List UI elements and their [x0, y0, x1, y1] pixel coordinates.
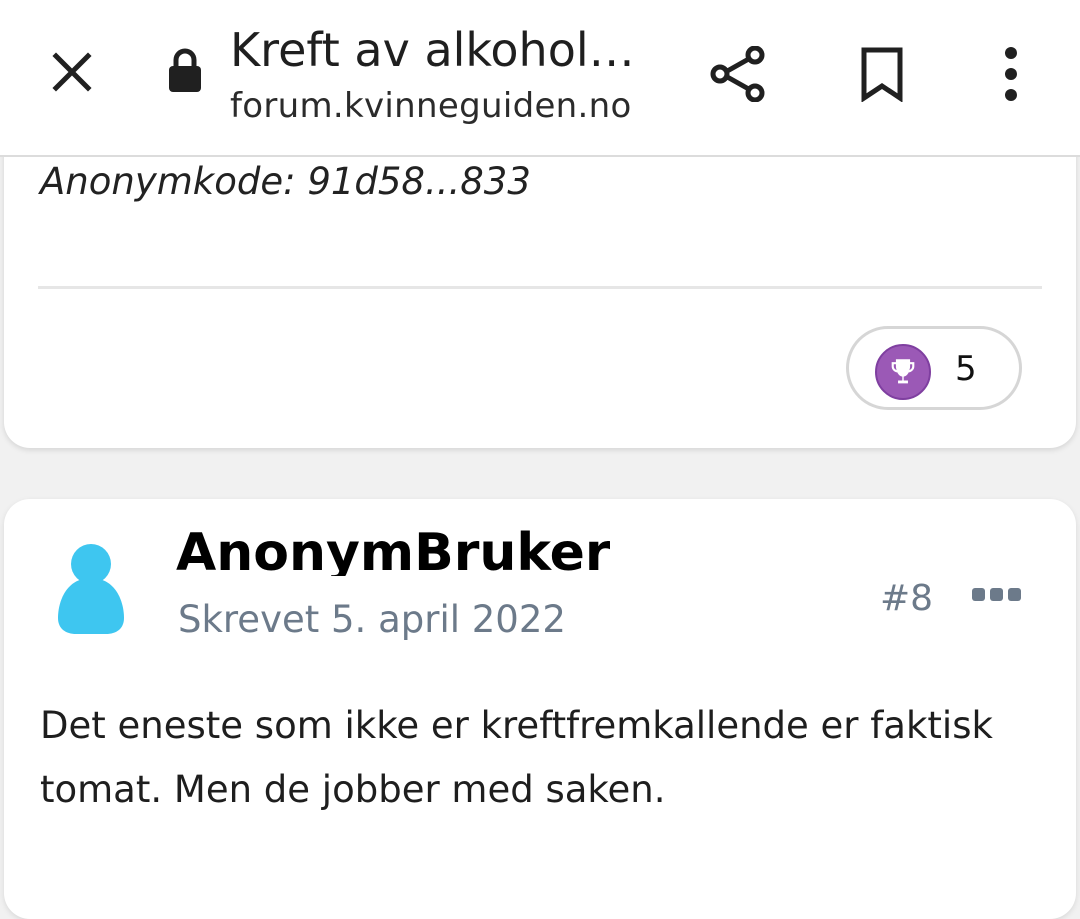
post-body: Det eneste som ikke er kreftfremkallende…	[40, 704, 993, 811]
post-number-link[interactable]: #8	[880, 576, 933, 622]
reaction-count: 5	[955, 349, 977, 389]
post-date: Skrevet 5. april 2022	[178, 598, 566, 641]
menu-dot	[990, 588, 1003, 601]
browser-toolbar: Kreft av alkohol?... forum.kvinneguiden.…	[0, 0, 1080, 157]
bookmark-icon[interactable]	[846, 36, 918, 112]
lock-icon	[162, 46, 208, 96]
post-options-icon[interactable]	[972, 588, 1022, 604]
person-silhouette-icon[interactable]	[36, 536, 146, 646]
page-domain: forum.kvinneguiden.no	[230, 86, 632, 126]
reaction-button[interactable]: 5	[846, 326, 1022, 410]
page-title: Kreft av alkohol?...	[230, 23, 650, 77]
menu-dot	[1008, 588, 1021, 601]
trophy-icon	[875, 344, 931, 400]
anonymous-code: Anonymkode: 91d58...833	[40, 160, 531, 203]
share-icon[interactable]	[700, 36, 776, 112]
menu-dot	[972, 588, 985, 601]
post-divider	[38, 286, 1042, 289]
close-icon[interactable]	[38, 38, 106, 106]
more-vert-icon[interactable]	[980, 36, 1042, 112]
post-author[interactable]: AnonymBruker	[176, 520, 610, 576]
